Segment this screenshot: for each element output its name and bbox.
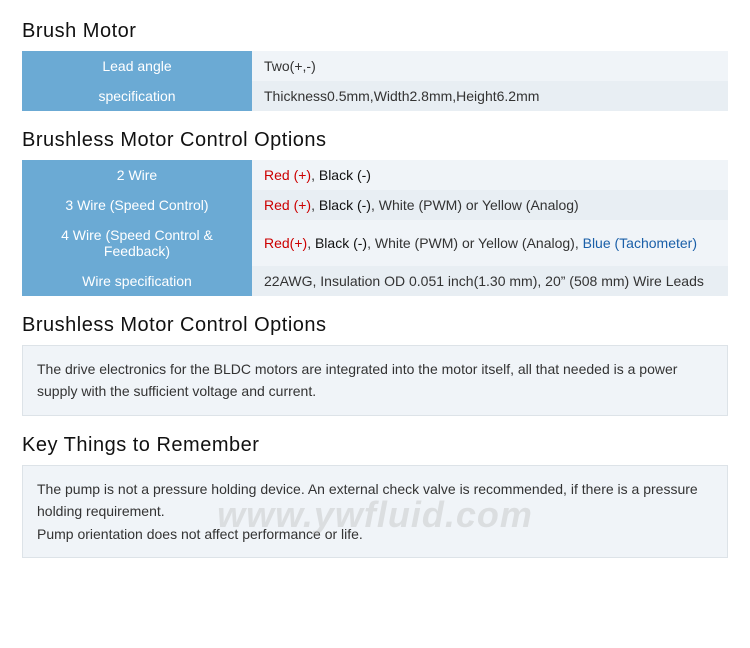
table-row: specification Thickness0.5mm,Width2.8mm,… bbox=[22, 81, 728, 111]
value-cell: Red (+), Black (-), White (PWM) or Yello… bbox=[252, 190, 728, 220]
table-row: 2 Wire Red (+), Black (-) bbox=[22, 160, 728, 190]
value-cell: Two(+,-) bbox=[252, 51, 728, 81]
table-row: 4 Wire (Speed Control & Feedback) Red(+)… bbox=[22, 220, 728, 266]
key-things-line2: Pump orientation does not affect perform… bbox=[37, 523, 713, 545]
label-cell: 2 Wire bbox=[22, 160, 252, 190]
value-cell: Thickness0.5mm,Width2.8mm,Height6.2mm bbox=[252, 81, 728, 111]
brush-motor-title: Brush Motor bbox=[22, 20, 728, 43]
value-cell: 22AWG, Insulation OD 0.051 inch(1.30 mm)… bbox=[252, 266, 728, 296]
text-span: , White (PWM) or Yellow (Analog) bbox=[371, 197, 579, 213]
table-row: Wire specification 22AWG, Insulation OD … bbox=[22, 266, 728, 296]
label-cell: Lead angle bbox=[22, 51, 252, 81]
color-span: Red(+) bbox=[264, 235, 307, 251]
brushless-description-text: The drive electronics for the BLDC motor… bbox=[37, 358, 713, 403]
wire-spec-label: Wire specification bbox=[22, 266, 252, 296]
separator: , bbox=[307, 235, 315, 251]
label-cell: 3 Wire (Speed Control) bbox=[22, 190, 252, 220]
brushless-desc-title: Brushless Motor Control Options bbox=[22, 314, 728, 337]
label-cell: 4 Wire (Speed Control & Feedback) bbox=[22, 220, 252, 266]
color-span: Blue (Tachometer) bbox=[583, 235, 697, 251]
brushless-control-title: Brushless Motor Control Options bbox=[22, 129, 728, 152]
key-things-box: The pump is not a pressure holding devic… bbox=[22, 465, 728, 558]
table-row: Lead angle Two(+,-) bbox=[22, 51, 728, 81]
brushless-control-table: 2 Wire Red (+), Black (-) 3 Wire (Speed … bbox=[22, 160, 728, 296]
text-span: , White (PWM) or Yellow (Analog), bbox=[367, 235, 583, 251]
color-span: Red (+) bbox=[264, 167, 311, 183]
brushless-description-box: The drive electronics for the BLDC motor… bbox=[22, 345, 728, 416]
separator: , bbox=[311, 167, 319, 183]
color-span: Black (-) bbox=[315, 235, 367, 251]
key-things-line1: The pump is not a pressure holding devic… bbox=[37, 478, 713, 523]
value-cell: Red (+), Black (-) bbox=[252, 160, 728, 190]
value-cell: Red(+), Black (-), White (PWM) or Yellow… bbox=[252, 220, 728, 266]
color-span: Black (-) bbox=[319, 167, 371, 183]
brush-motor-table: Lead angle Two(+,-) specification Thickn… bbox=[22, 51, 728, 111]
color-span: Black (-) bbox=[319, 197, 371, 213]
key-things-title: Key Things to Remember bbox=[22, 434, 728, 457]
color-span: Red (+) bbox=[264, 197, 311, 213]
page-wrapper: Brush Motor Lead angle Two(+,-) specific… bbox=[0, 0, 750, 596]
label-cell: specification bbox=[22, 81, 252, 111]
table-row: 3 Wire (Speed Control) Red (+), Black (-… bbox=[22, 190, 728, 220]
separator: , bbox=[311, 197, 319, 213]
